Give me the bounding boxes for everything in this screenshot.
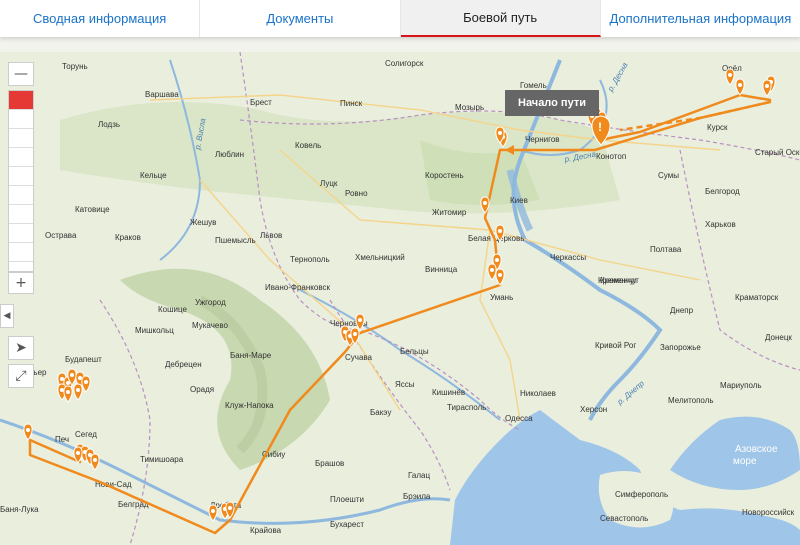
city-label: Луцк bbox=[320, 179, 338, 188]
city-label: Кошице bbox=[158, 305, 187, 314]
city-label: Пинск bbox=[340, 99, 363, 108]
city-label: Плоешти bbox=[330, 495, 364, 504]
city-label: Херсон bbox=[580, 405, 607, 414]
svg-text:!: ! bbox=[598, 120, 602, 134]
tab-additional-info[interactable]: Дополнительная информация bbox=[601, 0, 800, 37]
city-label: Ковель bbox=[295, 141, 321, 150]
city-label: Киев bbox=[510, 196, 528, 205]
city-label: Острава bbox=[45, 231, 77, 240]
city-label: Бельцы bbox=[400, 347, 429, 356]
zoom-step[interactable] bbox=[9, 243, 33, 262]
city-label: Белгород bbox=[705, 187, 740, 196]
city-label: Донецк bbox=[765, 333, 792, 342]
city-label: Коростень bbox=[425, 171, 464, 180]
city-label: Новороссийск bbox=[742, 508, 795, 517]
city-label: Сучава bbox=[345, 353, 373, 362]
city-label: Брашов bbox=[315, 459, 344, 468]
zoom-step[interactable] bbox=[9, 129, 33, 148]
city-label: Черкассы bbox=[550, 253, 586, 262]
city-label: Симферополь bbox=[615, 490, 668, 499]
city-label: Мишкольц bbox=[135, 326, 174, 335]
city-label: Ужгород bbox=[195, 298, 226, 307]
city-label: Харьков bbox=[705, 220, 736, 229]
city-label: Сумы bbox=[658, 171, 679, 180]
tab-combat-path[interactable]: Боевой путь bbox=[400, 0, 601, 37]
city-label: Брест bbox=[250, 98, 272, 107]
city-label: Курск bbox=[707, 123, 728, 132]
city-label: Баня-Маре bbox=[230, 351, 272, 360]
city-label: Крайова bbox=[250, 526, 282, 535]
city-label: Тирасполь bbox=[447, 403, 486, 412]
city-label: Старый Оскол bbox=[755, 148, 800, 157]
city-label: Чернигов bbox=[525, 135, 560, 144]
city-label: Варшава bbox=[145, 90, 179, 99]
tab-summary[interactable]: Сводная информация bbox=[0, 0, 201, 37]
zoom-step[interactable] bbox=[9, 148, 33, 167]
zoom-step[interactable] bbox=[9, 186, 33, 205]
route-start-tooltip: Начало пути bbox=[505, 90, 599, 116]
city-label: Сегед bbox=[75, 430, 97, 439]
city-label: Запорожье bbox=[660, 343, 701, 352]
city-label: Будапешт bbox=[65, 355, 102, 364]
city-label: Одесса bbox=[505, 414, 533, 423]
zoom-step[interactable] bbox=[9, 224, 33, 243]
zoom-level-indicator bbox=[9, 91, 33, 110]
city-label: Баня-Лука bbox=[0, 505, 39, 514]
city-label: Кривой Рог bbox=[595, 341, 636, 350]
city-label: Мукачево bbox=[192, 321, 228, 330]
locate-icon[interactable]: ➤ bbox=[8, 336, 34, 360]
zoom-step[interactable] bbox=[9, 205, 33, 224]
zoom-step[interactable] bbox=[9, 167, 33, 186]
city-label: Бакэу bbox=[370, 408, 391, 417]
city-label: Краматорск bbox=[735, 293, 779, 302]
zoom-out-button[interactable]: — bbox=[8, 62, 34, 86]
city-label: Полтава bbox=[650, 245, 682, 254]
zoom-slider[interactable] bbox=[8, 90, 34, 272]
city-label: Дебрецен bbox=[165, 360, 202, 369]
city-label: Кишинёв bbox=[432, 388, 465, 397]
city-label: Лодзь bbox=[98, 120, 120, 129]
city-label: Катовице bbox=[75, 205, 110, 214]
tab-bar: Сводная информация Документы Боевой путь… bbox=[0, 0, 800, 37]
collapse-left-button[interactable]: ◀ bbox=[0, 304, 14, 328]
city-label: Львов bbox=[260, 231, 282, 240]
city-label: Мариуполь bbox=[720, 381, 762, 390]
city-label: Торунь bbox=[62, 62, 88, 71]
city-label: Мелитополь bbox=[668, 396, 714, 405]
city-label: Кременчуг bbox=[600, 276, 639, 285]
city-label: Яссы bbox=[395, 380, 415, 389]
city-label: Кельце bbox=[140, 171, 167, 180]
city-label: Гомель bbox=[520, 81, 547, 90]
zoom-in-button[interactable]: + bbox=[8, 272, 34, 294]
zoom-step[interactable] bbox=[9, 110, 33, 129]
fullscreen-icon[interactable]: ⤢ bbox=[8, 364, 34, 388]
city-label: Винница bbox=[425, 265, 458, 274]
city-label: Житомир bbox=[432, 208, 467, 217]
city-label: Брэила bbox=[403, 492, 431, 501]
city-label: Тимишоара bbox=[140, 455, 184, 464]
city-label: Умань bbox=[490, 293, 513, 302]
city-label: Галац bbox=[408, 471, 430, 480]
city-label: Конотоп bbox=[596, 152, 626, 161]
city-label: Люблин bbox=[215, 150, 244, 159]
city-label: Днепр bbox=[670, 306, 694, 315]
city-label: Ровно bbox=[345, 189, 368, 198]
city-label: Печ bbox=[55, 435, 69, 444]
city-label: Хмельницкий bbox=[355, 253, 405, 262]
city-label: Орадя bbox=[190, 385, 214, 394]
map-view[interactable]: Торунь Варшава Лодзь Люблин Кельце Катовице Кр… bbox=[0, 52, 800, 545]
city-label: Пшемысль bbox=[215, 236, 256, 245]
city-label: Солигорск bbox=[385, 59, 424, 68]
city-label: Краков bbox=[115, 233, 141, 242]
city-label: Бухарест bbox=[330, 520, 364, 529]
map-canvas[interactable]: Торунь Варшава Лодзь Люблин Кельце Катовице Кр… bbox=[0, 52, 800, 545]
city-label: Севастополь bbox=[600, 514, 648, 523]
city-label: Тернополь bbox=[290, 255, 330, 264]
city-label: Николаев bbox=[520, 389, 556, 398]
tab-documents[interactable]: Документы bbox=[200, 0, 401, 37]
city-label: Жешув bbox=[190, 218, 216, 227]
city-label: Клуж-Напока bbox=[225, 401, 274, 410]
city-label: Мозырь bbox=[455, 103, 484, 112]
city-label: Ивано-Франковск bbox=[265, 283, 330, 292]
